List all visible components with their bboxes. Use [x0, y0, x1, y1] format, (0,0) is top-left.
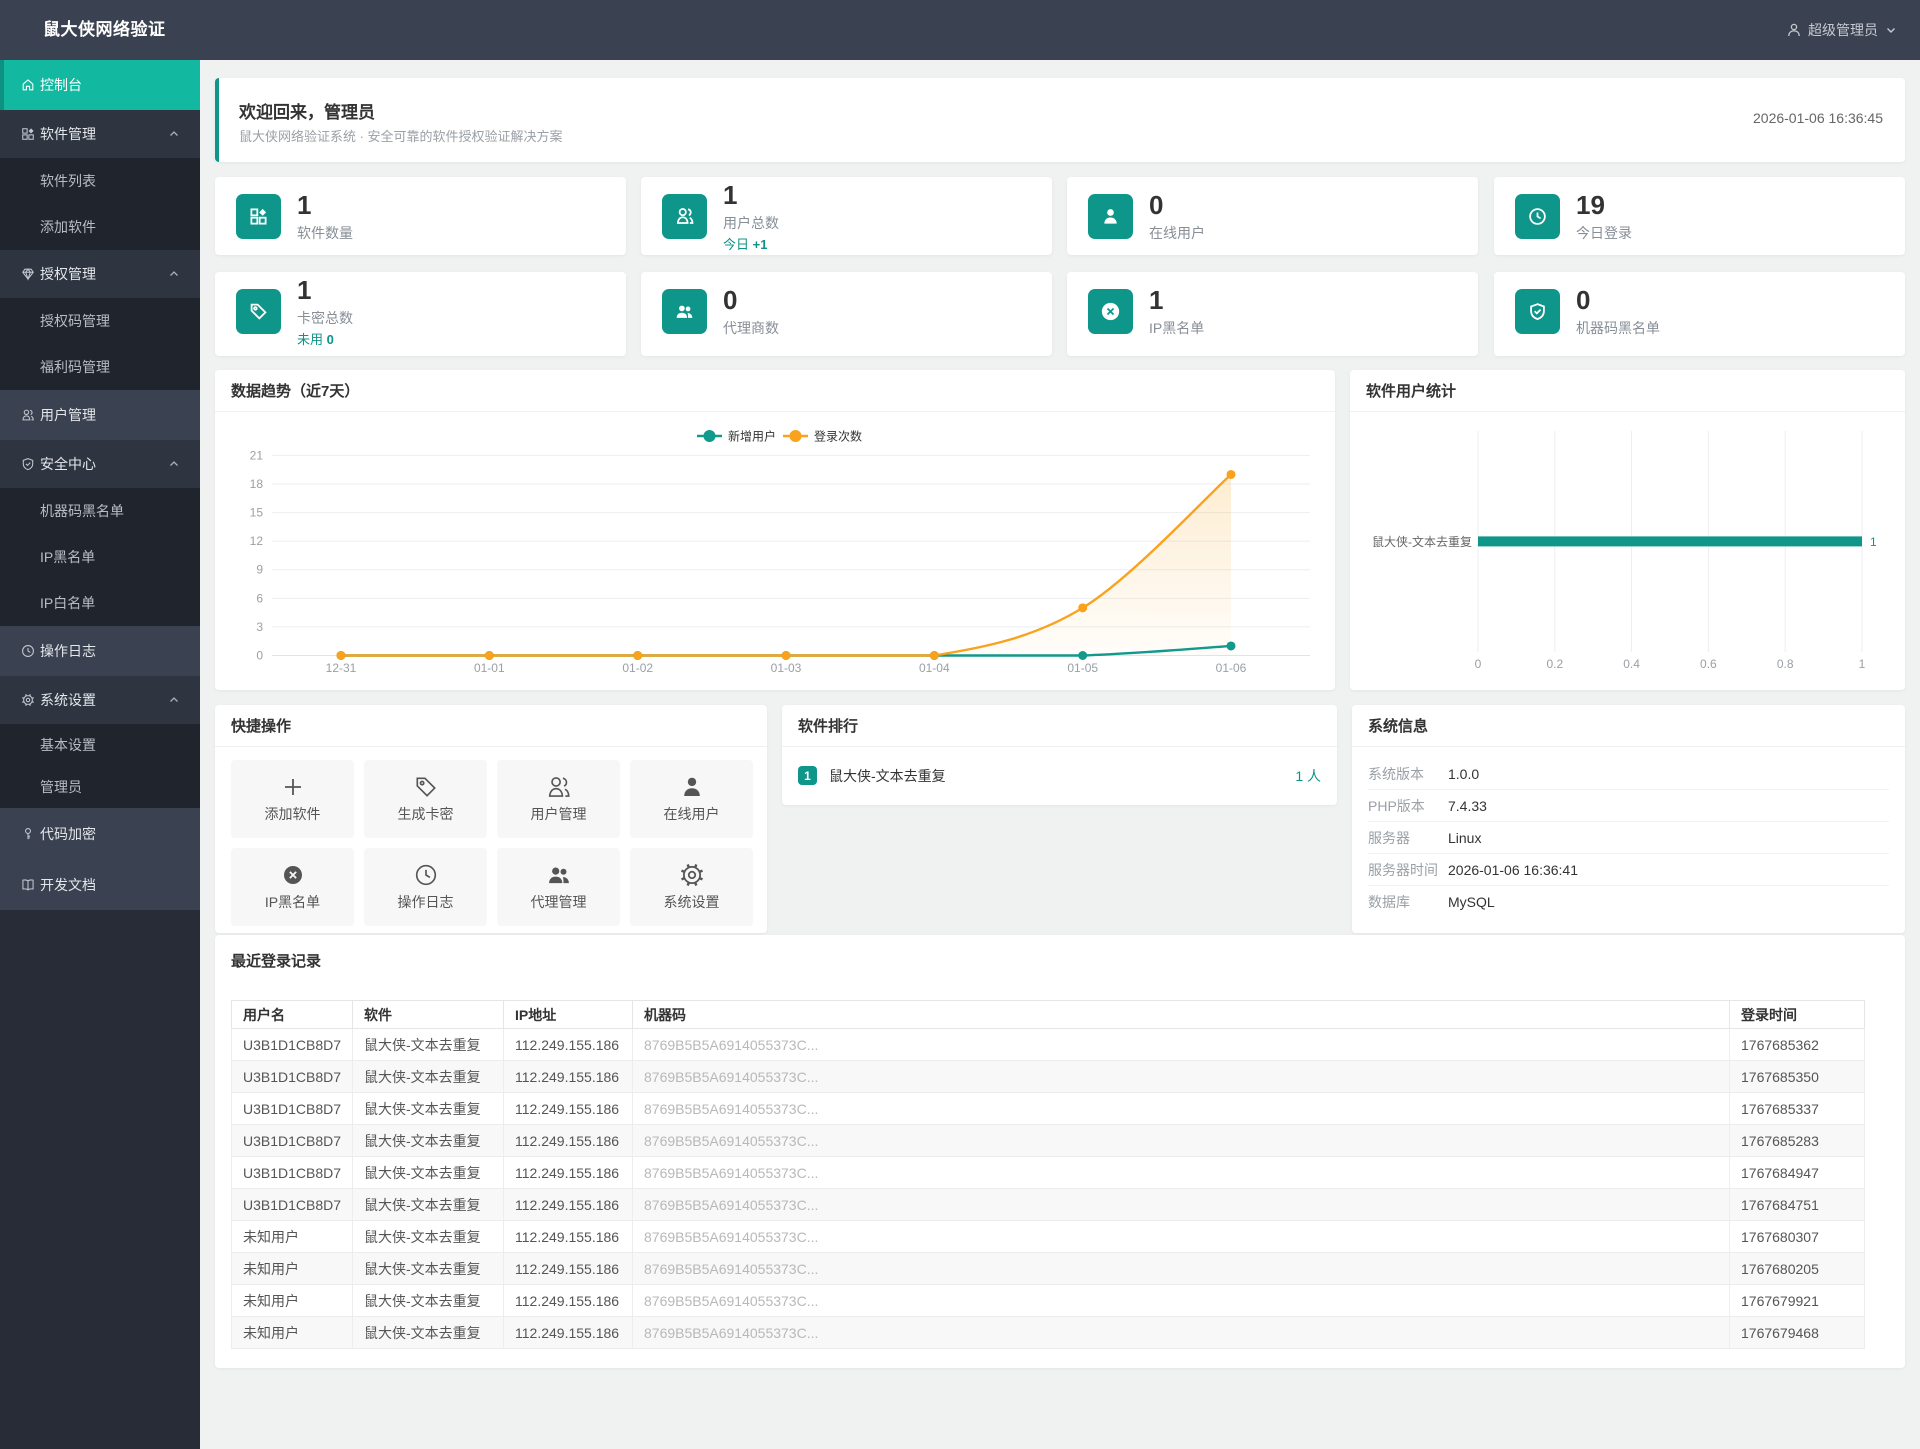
svg-text:01-06: 01-06	[1216, 661, 1247, 675]
svg-text:6: 6	[256, 591, 263, 605]
svg-text:01-02: 01-02	[622, 661, 653, 675]
svg-text:新增用户: 新增用户	[728, 429, 776, 444]
svg-text:0.4: 0.4	[1623, 657, 1640, 671]
svg-text:12-31: 12-31	[326, 661, 357, 675]
svg-text:01-01: 01-01	[474, 661, 505, 675]
svg-text:鼠大侠-文本去重复: 鼠大侠-文本去重复	[1372, 534, 1472, 549]
svg-text:12: 12	[250, 534, 264, 548]
svg-text:18: 18	[250, 477, 264, 491]
svg-text:1: 1	[1870, 535, 1877, 549]
svg-text:9: 9	[256, 563, 263, 577]
svg-text:0.2: 0.2	[1546, 657, 1563, 671]
svg-text:0.6: 0.6	[1700, 657, 1717, 671]
svg-text:登录次数: 登录次数	[814, 429, 862, 444]
svg-text:01-05: 01-05	[1067, 661, 1098, 675]
svg-text:21: 21	[250, 448, 264, 462]
svg-text:01-04: 01-04	[919, 661, 950, 675]
svg-text:3: 3	[256, 620, 263, 634]
svg-text:0: 0	[256, 649, 263, 663]
svg-text:15: 15	[250, 506, 264, 520]
svg-text:01-03: 01-03	[771, 661, 802, 675]
svg-text:1: 1	[1859, 657, 1866, 671]
svg-text:0.8: 0.8	[1777, 657, 1794, 671]
svg-text:0: 0	[1475, 657, 1482, 671]
